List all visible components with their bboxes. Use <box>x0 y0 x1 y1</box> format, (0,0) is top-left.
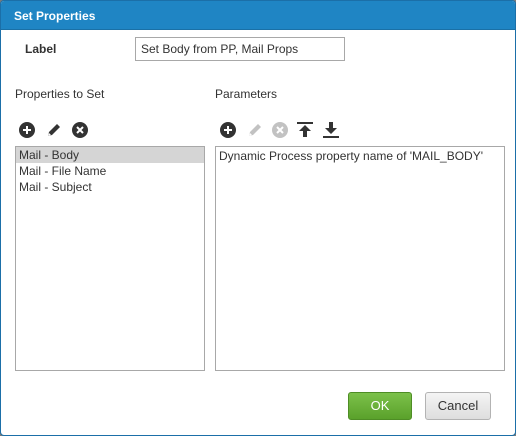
properties-toolbar <box>18 121 98 139</box>
list-item[interactable]: Mail - Subject <box>16 179 204 195</box>
ok-button[interactable]: OK <box>348 392 412 420</box>
cancel-button[interactable]: Cancel <box>425 392 491 420</box>
dialog-title: Set Properties <box>14 9 96 23</box>
move-down-icon[interactable] <box>322 121 340 139</box>
add-icon[interactable] <box>219 121 237 139</box>
remove-icon <box>271 121 289 139</box>
add-icon[interactable] <box>18 121 36 139</box>
set-properties-dialog: Set Properties Label Properties to Set M… <box>0 0 516 436</box>
move-up-icon[interactable] <box>296 121 314 139</box>
label-input[interactable] <box>135 37 345 61</box>
remove-icon[interactable] <box>71 121 89 139</box>
parameters-toolbar <box>219 121 349 139</box>
list-item[interactable]: Mail - File Name <box>16 163 204 179</box>
edit-icon <box>246 121 264 139</box>
edit-icon[interactable] <box>45 121 63 139</box>
title-bar[interactable]: Set Properties <box>1 1 515 30</box>
properties-list[interactable]: Mail - Body Mail - File Name Mail - Subj… <box>15 146 205 371</box>
parameters-heading: Parameters <box>215 87 278 101</box>
list-item[interactable]: Mail - Body <box>16 147 204 163</box>
label-caption: Label <box>25 42 57 56</box>
list-item[interactable]: Dynamic Process property name of 'MAIL_B… <box>216 147 504 163</box>
properties-heading: Properties to Set <box>15 87 105 101</box>
parameters-list[interactable]: Dynamic Process property name of 'MAIL_B… <box>215 146 505 371</box>
